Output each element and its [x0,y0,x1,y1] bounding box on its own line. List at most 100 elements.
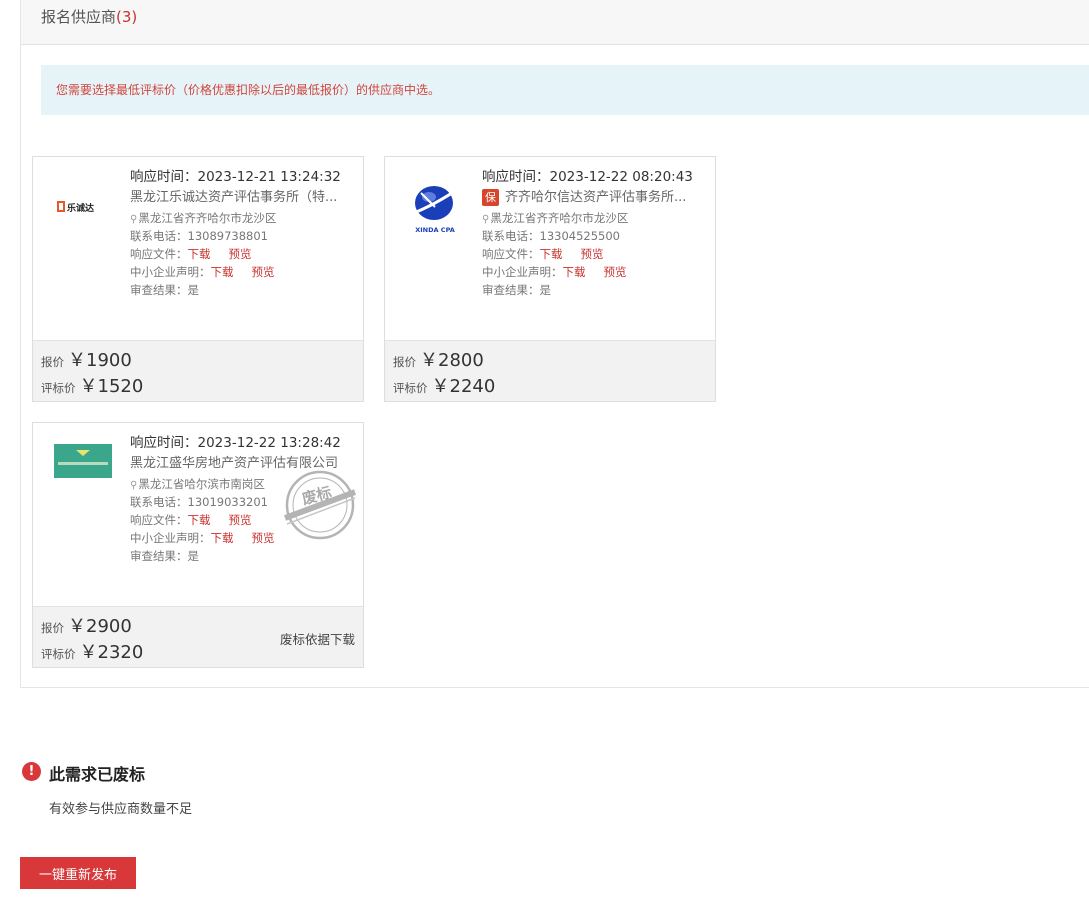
response-time: 响应时间：2023-12-21 13:24:32 [130,167,356,187]
phone-value: 13019033201 [187,495,268,509]
review-value: 是 [187,549,200,563]
address-row: ⚲黑龙江省齐齐哈尔市龙沙区 [482,209,708,227]
eval-price-label: 评标价 [41,647,76,661]
price-bar: 报价 ￥2900 评标价 ￥2320 废标依据下载 [33,606,363,667]
address-text: 黑龙江省齐齐哈尔市龙沙区 [490,211,629,225]
response-file-label: 响应文件： [130,513,188,527]
response-time-label: 响应时间： [482,169,550,185]
company-name-text[interactable]: 齐齐哈尔信达资产评估事务所... [505,190,686,205]
response-file-label: 响应文件： [130,247,188,261]
price-bar: 报价 ￥2800 评标价 ￥2240 [385,340,715,401]
eval-price-label: 评标价 [393,381,428,395]
response-file-preview-link[interactable]: 预览 [229,513,252,527]
response-time-value: 2023-12-22 08:20:43 [549,169,693,185]
sme-label: 中小企业声明： [130,265,211,279]
logo-text: XINDA CPA [415,226,455,234]
eval-price-value: ￥2320 [79,642,144,663]
sme-row: 中小企业声明：下载 预览 [130,263,356,281]
response-time-value: 2023-12-22 13:28:42 [197,435,341,451]
supplier-logo: 乐诚达 [53,187,113,227]
price-value: ￥1900 [68,350,132,371]
sme-label: 中小企业声明： [130,531,211,545]
phone-label: 联系电话： [482,229,540,243]
alert-icon: ! [22,762,41,781]
company-name[interactable]: 保齐齐哈尔信达资产评估事务所... [482,187,708,209]
price-row: 报价 ￥2900 [41,612,132,638]
price-value: ￥2900 [68,616,132,637]
eval-price-value: ￥2240 [431,376,496,397]
disqualification-basis-download-link[interactable]: 废标依据下载 [280,629,355,648]
supplier-logo [53,441,113,481]
eval-price-label: 评标价 [41,381,76,395]
eval-price-row: 评标价 ￥2240 [393,372,495,398]
review-row: 审查结果：是 [482,281,708,299]
address-text: 黑龙江省哈尔滨市南岗区 [138,477,265,491]
sme-download-link[interactable]: 下载 [211,265,234,279]
supplier-info: 响应时间：2023-12-22 08:20:43 保齐齐哈尔信达资产评估事务所.… [482,167,708,299]
price-value: ￥2800 [420,350,484,371]
status-description: 有效参与供应商数量不足 [49,802,193,817]
response-file-download-link[interactable]: 下载 [188,513,211,527]
review-row: 审查结果：是 [130,281,356,299]
phone-label: 联系电话： [130,229,188,243]
supplier-panel: 报名供应商(3) 您需要选择最低评标价（价格优惠扣除以后的最低报价）的供应商中选… [20,0,1089,688]
sme-row: 中小企业声明：下载 预览 [482,263,708,281]
supplier-card: 响应时间：2023-12-22 13:28:42 黑龙江盛华房地产资产评估有限公… [32,422,364,668]
supplier-info: 响应时间：2023-12-21 13:24:32 黑龙江乐诚达资产评估事务所（特… [130,167,356,299]
republish-button[interactable]: 一键重新发布 [20,857,136,889]
logo-text: 乐诚达 [67,202,94,214]
eval-price-row: 评标价 ￥1520 [41,372,143,398]
price-row: 报价 ￥2800 [393,346,484,372]
response-time: 响应时间：2023-12-22 08:20:43 [482,167,708,187]
company-name[interactable]: 黑龙江乐诚达资产评估事务所（特... [130,187,356,209]
review-label: 审查结果： [482,283,540,297]
response-file-download-link[interactable]: 下载 [540,247,563,261]
price-label: 报价 [41,621,64,635]
sme-preview-link[interactable]: 预览 [252,265,275,279]
response-time-label: 响应时间： [130,435,198,451]
price-bar: 报价 ￥1900 评标价 ￥1520 [33,340,363,401]
supplier-count: (3) [116,8,138,26]
sme-download-link[interactable]: 下载 [211,531,234,545]
sme-preview-link[interactable]: 预览 [252,531,275,545]
phone-row: 联系电话：13089738801 [130,227,356,245]
eval-price-value: ￥1520 [79,376,144,397]
supplier-logo: XINDA CPA [405,179,465,235]
sme-preview-link[interactable]: 预览 [604,265,627,279]
panel-title: 报名供应商(3) [41,6,137,27]
notice-banner: 您需要选择最低评标价（价格优惠扣除以后的最低报价）的供应商中选。 [41,65,1089,115]
response-file-download-link[interactable]: 下载 [188,247,211,261]
eval-price-row: 评标价 ￥2320 [41,638,143,664]
review-label: 审查结果： [130,549,188,563]
price-label: 报价 [41,355,64,369]
response-file-preview-link[interactable]: 预览 [581,247,604,261]
response-time: 响应时间：2023-12-22 13:28:42 [130,433,356,453]
review-value: 是 [187,283,200,297]
response-file-row: 响应文件：下载 预览 [482,245,708,263]
address-row: ⚲黑龙江省齐齐哈尔市龙沙区 [130,209,356,227]
sme-label: 中小企业声明： [482,265,563,279]
sme-download-link[interactable]: 下载 [563,265,586,279]
response-file-row: 响应文件：下载 预览 [130,245,356,263]
review-label: 审查结果： [130,283,188,297]
response-time-value: 2023-12-21 13:24:32 [197,169,341,185]
panel-header: 报名供应商(3) [21,0,1089,45]
address-text: 黑龙江省齐齐哈尔市龙沙区 [138,211,277,225]
phone-label: 联系电话： [130,495,188,509]
price-row: 报价 ￥1900 [41,346,132,372]
price-label: 报价 [393,355,416,369]
status-title: 此需求已废标 [49,765,146,784]
supplier-card: XINDA CPA 响应时间：2023-12-22 08:20:43 保齐齐哈尔… [384,156,716,402]
response-time-label: 响应时间： [130,169,198,185]
disqualified-stamp: 废标 [283,468,357,542]
notice-text: 您需要选择最低评标价（价格优惠扣除以后的最低报价）的供应商中选。 [56,83,441,97]
phone-row: 联系电话：13304525500 [482,227,708,245]
review-row: 审查结果：是 [130,547,356,565]
response-file-label: 响应文件： [482,247,540,261]
supplier-card: 乐诚达 响应时间：2023-12-21 13:24:32 黑龙江乐诚达资产评估事… [32,156,364,402]
phone-value: 13304525500 [539,229,620,243]
response-file-preview-link[interactable]: 预览 [229,247,252,261]
section-title-text: 报名供应商 [41,8,117,26]
phone-value: 13089738801 [187,229,268,243]
review-value: 是 [539,283,552,297]
